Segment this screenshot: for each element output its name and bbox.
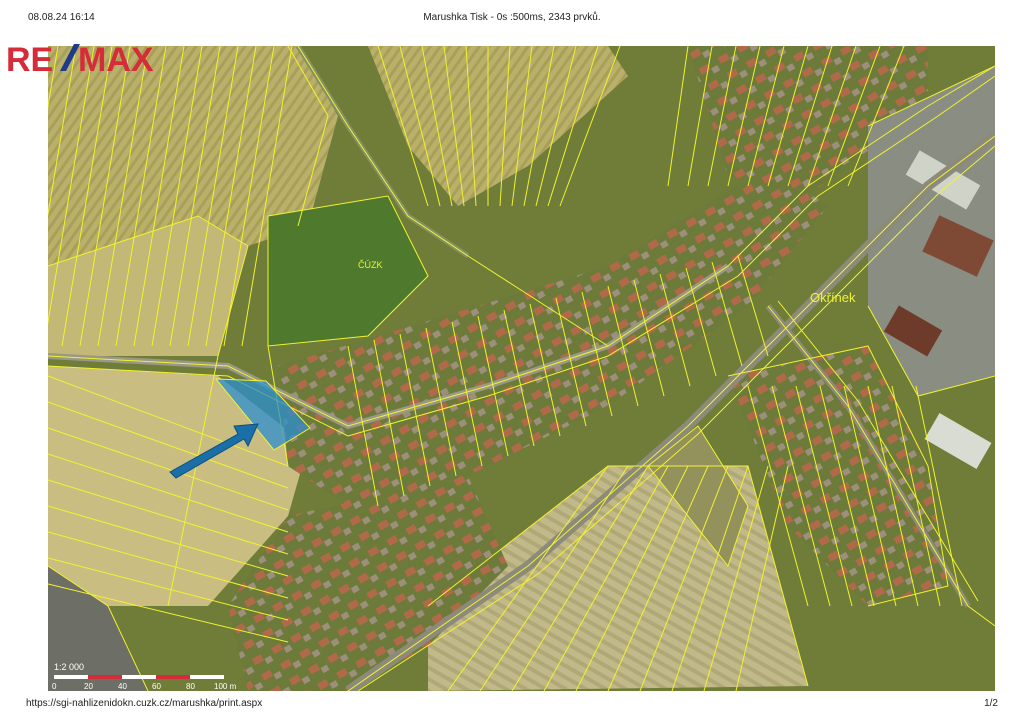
map-canvas[interactable]: ČÚZK Okřínek 1:2 000 0 20 40 60 80 100 m [48,46,995,691]
scale-ratio: 1:2 000 [54,662,84,672]
print-header: 08.08.24 16:14 Marushka Tisk - 0s :500ms… [0,0,1024,34]
remax-logo: RE MAX [6,38,166,79]
cadastral-map[interactable]: ČÚZK Okřínek 1:2 000 0 20 40 60 80 100 m [48,46,995,691]
logo-text-right: MAX [78,41,154,78]
scale-tick: 100 m [214,682,237,691]
scale-tick: 40 [118,682,127,691]
print-title: Marushka Tisk - 0s :500ms, 2343 prvků. [423,12,601,23]
label-cuzk: ČÚZK [358,260,383,270]
label-town: Okřínek [810,290,856,305]
scale-tick: 80 [186,682,195,691]
scale-tick: 0 [52,682,57,691]
scale-tick: 60 [152,682,161,691]
logo-slash-icon [60,44,80,71]
logo-text-left: RE [6,41,53,78]
scale-tick: 20 [84,682,93,691]
footer-page-number: 1/2 [984,698,998,709]
footer-url: https://sgi-nahlizenidokn.cuzk.cz/marush… [26,698,263,709]
